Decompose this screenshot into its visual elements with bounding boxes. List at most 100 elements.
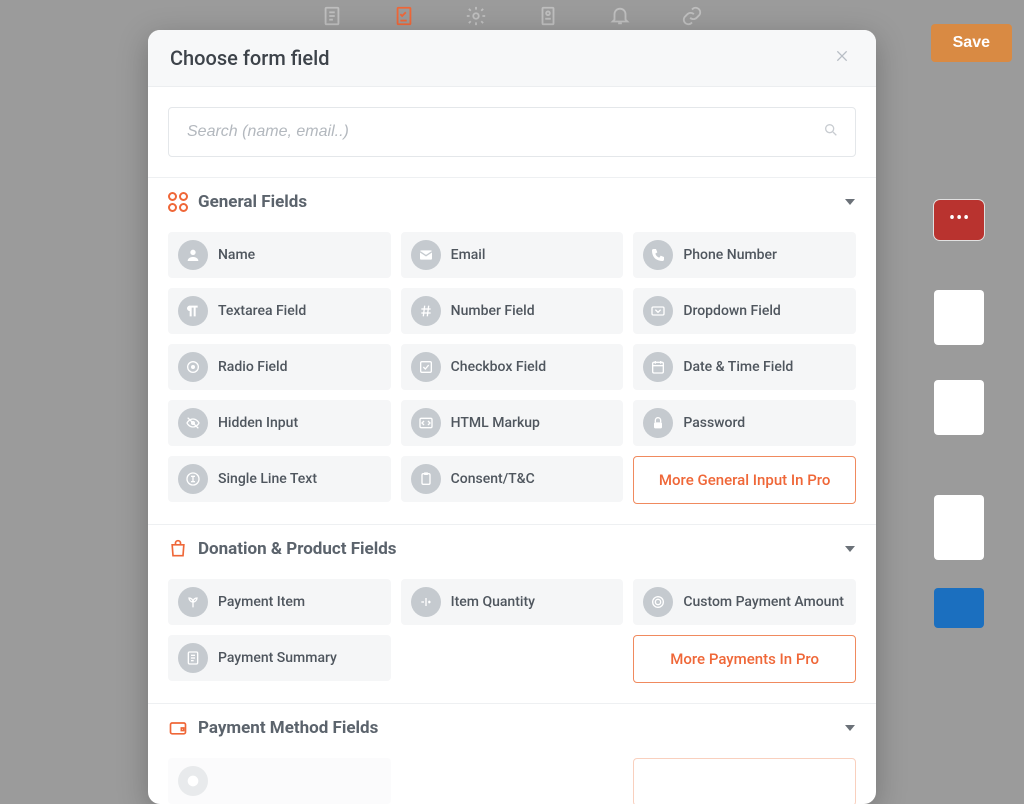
user-icon — [178, 240, 208, 270]
search-container — [148, 87, 876, 177]
field-radio[interactable]: Radio Field — [168, 344, 391, 390]
app-root: Save ••• Choose form field — [0, 0, 1024, 804]
modal-title: Choose form field — [170, 46, 329, 70]
envelope-icon — [411, 240, 441, 270]
field-dropdown[interactable]: Dropdown Field — [633, 288, 856, 334]
field-single-line-label: Single Line Text — [218, 471, 317, 487]
paragraph-icon — [178, 296, 208, 326]
search-box[interactable] — [168, 107, 856, 157]
bg-panel — [934, 495, 984, 560]
placeholder-icon — [178, 766, 208, 796]
field-password[interactable]: Password — [633, 400, 856, 446]
save-button[interactable]: Save — [931, 24, 1012, 62]
hash-icon — [411, 296, 441, 326]
payment-method-grid — [148, 752, 876, 804]
section-payment-method: Payment Method Fields — [148, 703, 876, 804]
field-html[interactable]: HTML Markup — [401, 400, 624, 446]
field-custom-amount[interactable]: Custom Payment Amount — [633, 579, 856, 625]
field-payment-item[interactable]: Payment Item — [168, 579, 391, 625]
lock-icon — [643, 408, 673, 438]
section-general-title: General Fields — [198, 192, 834, 212]
checkbox-icon — [411, 352, 441, 382]
donation-grid: Payment Item Item Quantity Custom Paymen… — [148, 573, 876, 703]
field-payment-item-label: Payment Item — [218, 594, 305, 610]
modal-body[interactable]: General Fields Name Email Phone Number — [148, 87, 876, 804]
bg-icon-bell — [608, 4, 632, 28]
wallet-icon — [168, 718, 188, 738]
field-password-label: Password — [683, 415, 745, 431]
bg-icon-gear — [464, 4, 488, 28]
search-input[interactable] — [185, 122, 823, 142]
section-payment-method-header[interactable]: Payment Method Fields — [148, 704, 876, 752]
field-number-label: Number Field — [451, 303, 535, 319]
chevron-down-icon — [844, 193, 856, 212]
phone-icon — [643, 240, 673, 270]
field-datetime-label: Date & Time Field — [683, 359, 793, 375]
bg-icon-badge — [536, 4, 560, 28]
donation-pro-link[interactable]: More Payments In Pro — [633, 635, 856, 683]
bg-red-widget: ••• — [934, 200, 984, 240]
field-checkbox-label: Checkbox Field — [451, 359, 546, 375]
receipt-icon — [178, 643, 208, 673]
field-dropdown-label: Dropdown Field — [683, 303, 780, 319]
section-donation-header[interactable]: Donation & Product Fields — [148, 525, 876, 573]
choose-field-modal: Choose form field General Fields — [148, 30, 876, 804]
field-consent[interactable]: Consent/T&C — [401, 456, 624, 502]
field-payment-summary[interactable]: Payment Summary — [168, 635, 391, 681]
coin-icon — [643, 587, 673, 617]
field-name-label: Name — [218, 247, 255, 263]
field-item-quantity[interactable]: Item Quantity — [401, 579, 624, 625]
chevron-down-icon — [844, 719, 856, 738]
field-phone[interactable]: Phone Number — [633, 232, 856, 278]
quantity-icon — [411, 587, 441, 617]
section-donation: Donation & Product Fields Payment Item I… — [148, 524, 876, 703]
section-payment-method-title: Payment Method Fields — [198, 718, 834, 738]
field-datetime[interactable]: Date & Time Field — [633, 344, 856, 390]
search-icon — [823, 122, 839, 142]
chevron-down-icon — [844, 540, 856, 559]
background-toolbar — [0, 4, 1024, 28]
text-icon — [178, 464, 208, 494]
modal-close-button[interactable] — [830, 44, 854, 72]
bg-blue-button — [934, 588, 984, 628]
field-number[interactable]: Number Field — [401, 288, 624, 334]
general-section-icon — [168, 192, 188, 212]
radio-icon — [178, 352, 208, 382]
bg-icon-form — [392, 4, 416, 28]
field-consent-label: Consent/T&C — [451, 471, 535, 487]
field-email[interactable]: Email — [401, 232, 624, 278]
shopping-bag-icon — [168, 539, 188, 559]
field-custom-amount-label: Custom Payment Amount — [683, 594, 844, 610]
calendar-icon — [643, 352, 673, 382]
field-single-line[interactable]: Single Line Text — [168, 456, 391, 502]
section-general: General Fields Name Email Phone Number — [148, 177, 876, 524]
general-pro-link[interactable]: More General Input In Pro — [633, 456, 856, 504]
bg-icon-link — [680, 4, 704, 28]
general-grid: Name Email Phone Number Textarea Field — [148, 226, 876, 524]
field-radio-label: Radio Field — [218, 359, 287, 375]
field-item-quantity-label: Item Quantity — [451, 594, 535, 610]
payment-pro-link[interactable] — [633, 758, 856, 804]
modal-header: Choose form field — [148, 30, 876, 87]
dropdown-icon — [643, 296, 673, 326]
field-checkbox[interactable]: Checkbox Field — [401, 344, 624, 390]
section-general-header[interactable]: General Fields — [148, 178, 876, 226]
field-hidden[interactable]: Hidden Input — [168, 400, 391, 446]
clipboard-icon — [411, 464, 441, 494]
field-phone-label: Phone Number — [683, 247, 777, 263]
code-icon — [411, 408, 441, 438]
field-textarea[interactable]: Textarea Field — [168, 288, 391, 334]
eye-off-icon — [178, 408, 208, 438]
field-html-label: HTML Markup — [451, 415, 540, 431]
field-email-label: Email — [451, 247, 486, 263]
field-payment-summary-label: Payment Summary — [218, 650, 337, 666]
bg-panel — [934, 380, 984, 435]
field-textarea-label: Textarea Field — [218, 303, 306, 319]
close-icon — [834, 48, 850, 64]
bg-icon-doc — [320, 4, 344, 28]
bg-panel — [934, 290, 984, 345]
section-donation-title: Donation & Product Fields — [198, 539, 834, 559]
field-placeholder[interactable] — [168, 758, 391, 804]
field-name[interactable]: Name — [168, 232, 391, 278]
field-hidden-label: Hidden Input — [218, 415, 298, 431]
